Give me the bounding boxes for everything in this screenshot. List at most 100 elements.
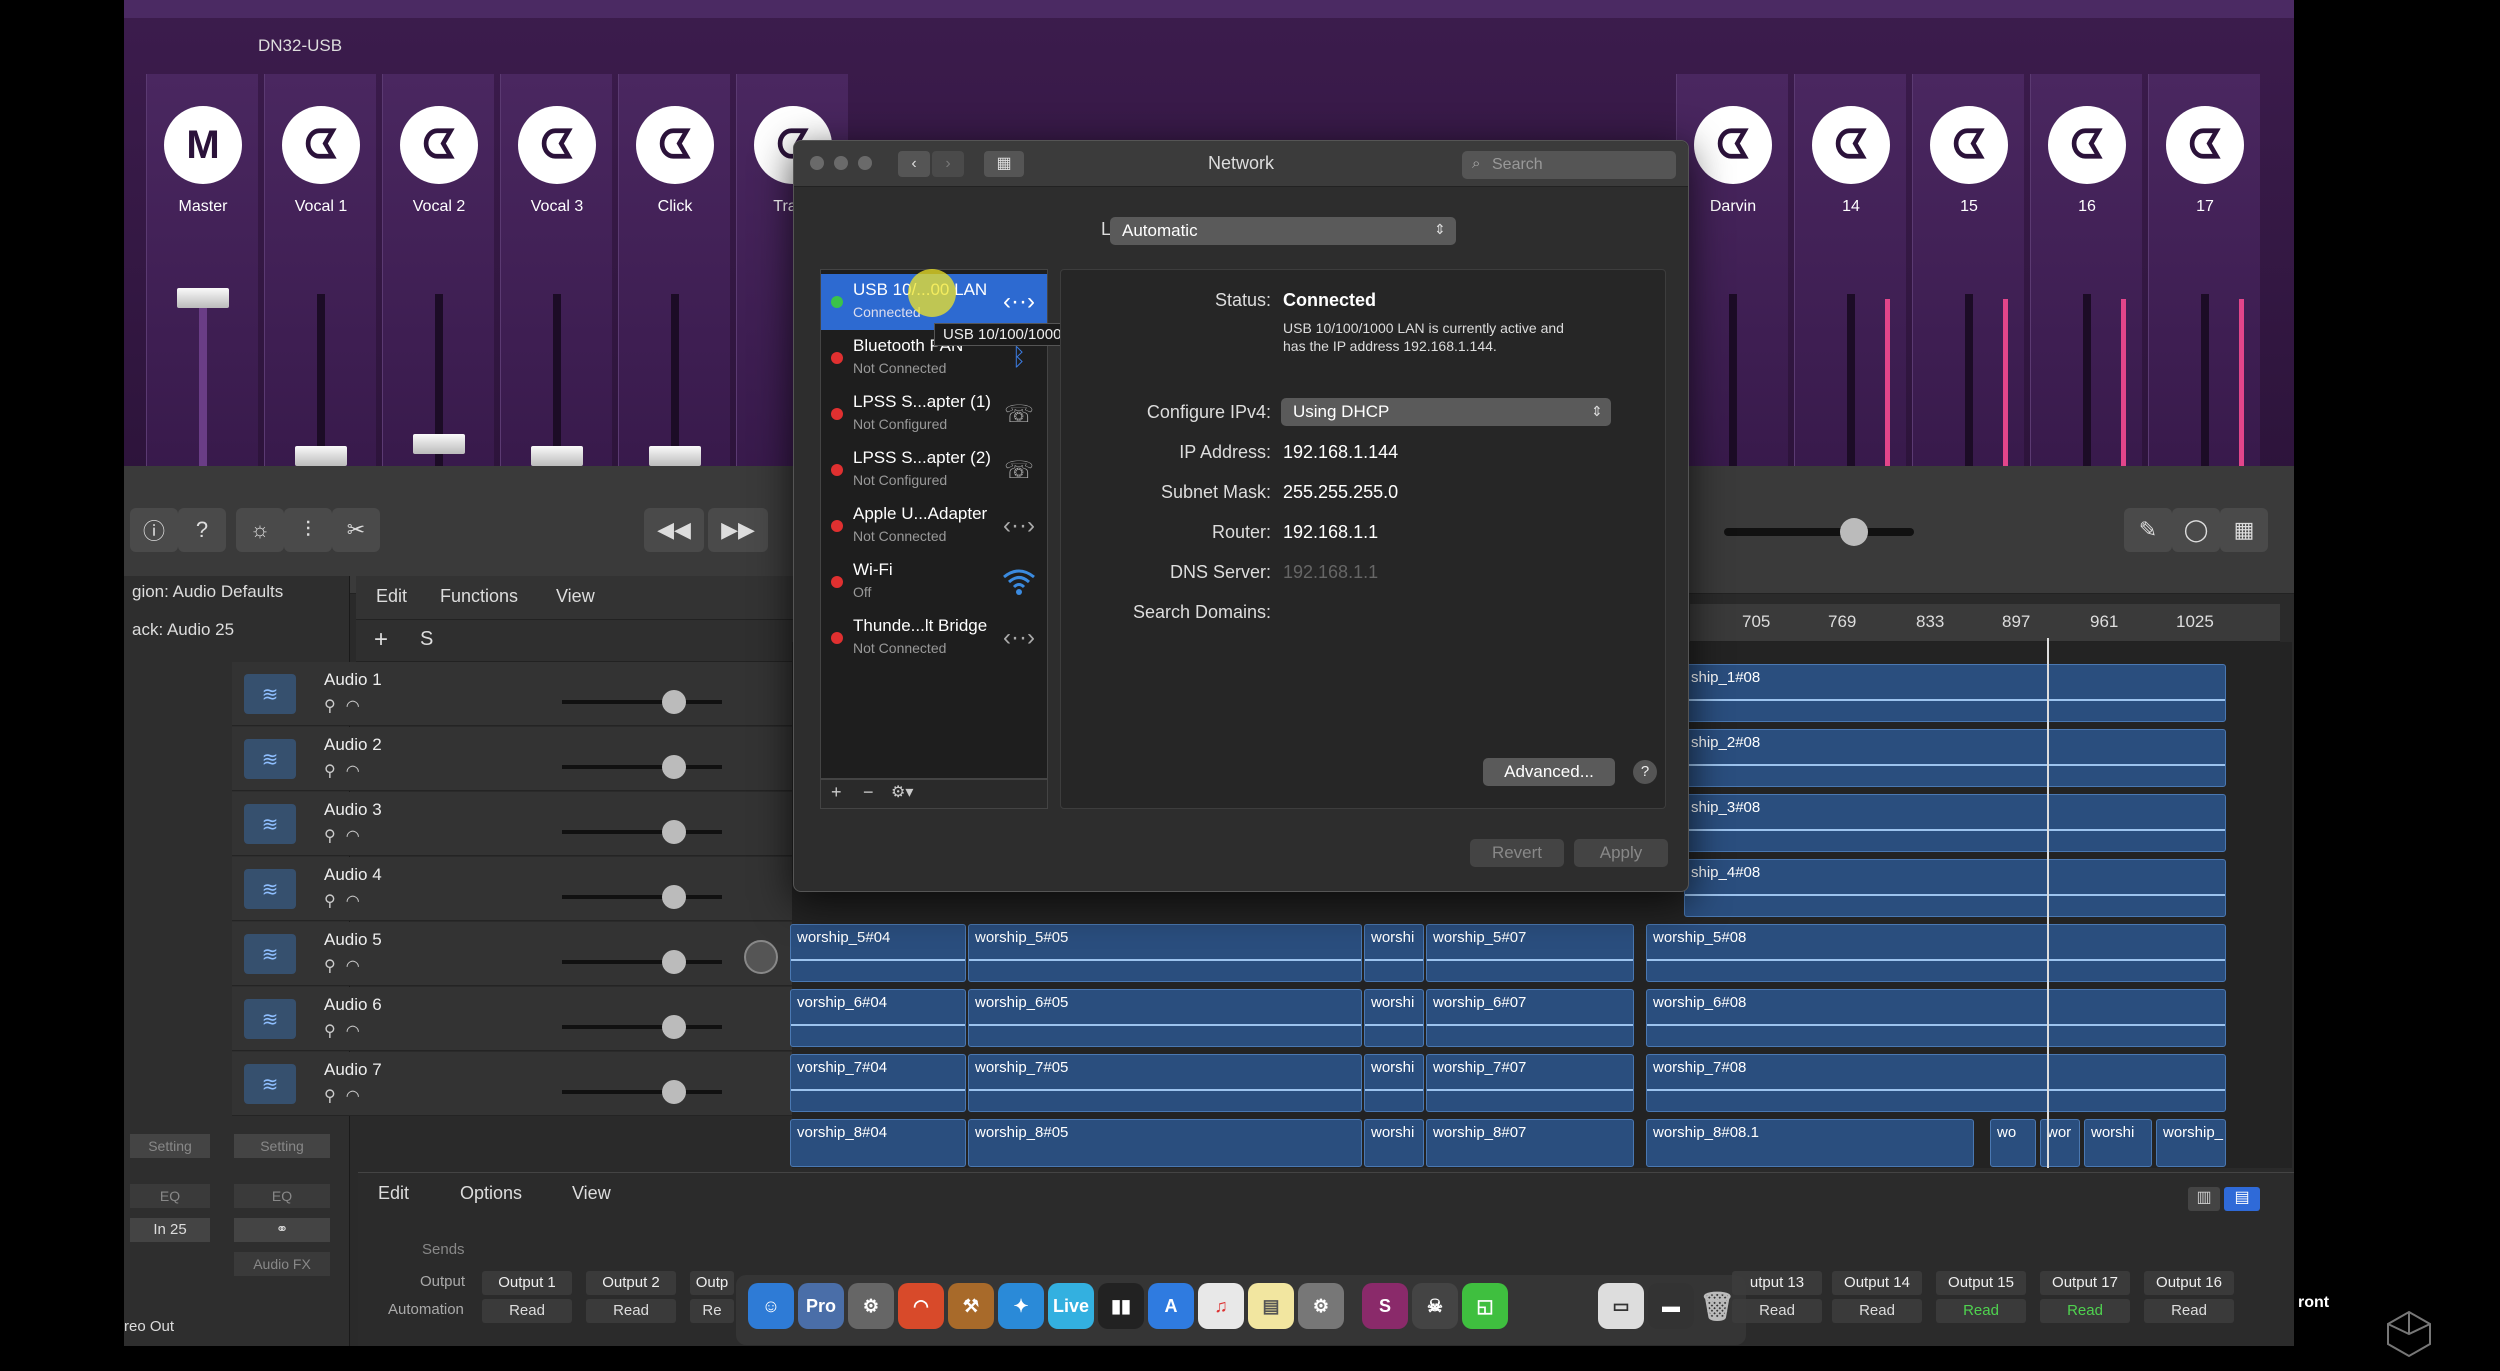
output-slot[interactable]: Output 17 [2040,1271,2130,1295]
audio-region[interactable]: ship_2#08 [1684,729,2226,787]
track-row[interactable]: ≋ Audio 5 ⚲◠ [232,922,792,986]
audio-region[interactable]: worship_6#07 [1426,989,1634,1047]
mute-headphone-icons[interactable]: ⚲◠ [324,1021,370,1041]
volume-slider[interactable] [562,960,722,964]
configure-ipv4-popup[interactable]: Using DHCP [1281,398,1611,426]
automation-mode[interactable]: Read [2040,1299,2130,1323]
finder-icon[interactable]: ☺ [748,1283,794,1329]
mute-headphone-icons[interactable]: ⚲◠ [324,761,370,781]
audio-region[interactable]: worship_8#08.1 [1646,1119,1974,1167]
channel-strip-vocal-2[interactable]: ᗧ Vocal 2 [382,74,494,470]
gain-knob[interactable]: ᗧ [2166,106,2244,184]
output-slot[interactable]: Output 1 [482,1271,572,1295]
eq-slot-right[interactable]: EQ [234,1184,330,1208]
channel-strip-master[interactable]: M Master [146,74,258,470]
volume-knob[interactable] [662,1015,686,1039]
output-slot[interactable]: Outp [690,1271,734,1295]
track-name[interactable]: Audio 4 [324,865,382,885]
fader-cap[interactable] [649,446,701,466]
trash-icon[interactable]: 🗑 [1694,1283,1740,1329]
track-row[interactable]: ≋ Audio 4 ⚲◠ [232,857,792,921]
document-icon[interactable]: ▭ [1598,1283,1644,1329]
audio-region[interactable]: ship_1#08 [1684,664,2226,722]
track-row[interactable]: ≋ Audio 3 ⚲◠ [232,792,792,856]
search-field[interactable]: Search [1462,151,1676,179]
volume-knob[interactable] [662,820,686,844]
volume-slider[interactable] [562,765,722,769]
audio-region[interactable]: worshi [1364,1119,1424,1167]
master-knob[interactable]: M [164,106,242,184]
channel-strip-17[interactable]: ᗧ 17 [2148,74,2260,470]
gain-knob[interactable]: ᗧ [1694,106,1772,184]
live-app-icon[interactable]: Live [1048,1283,1094,1329]
forward-button[interactable]: ▶▶ [708,508,768,552]
channel-strip-darvin[interactable]: ᗧ Darvin [1676,74,1788,470]
volume-knob[interactable] [662,885,686,909]
volume-knob[interactable] [662,1080,686,1104]
audio-region[interactable]: worshi [2084,1119,2152,1167]
service-item-lpss-2[interactable]: LPSS S...apter (2) Not Configured ☏ [821,442,1047,498]
green-app-icon[interactable]: ◱ [1462,1283,1508,1329]
revert-button[interactable]: Revert [1470,839,1564,867]
tracks-view-icon[interactable]: ▤ [2224,1187,2260,1211]
track-name[interactable]: Audio 2 [324,735,382,755]
volume-knob[interactable] [662,950,686,974]
notepad-icon[interactable]: ✎ [2124,508,2172,552]
functions-menu[interactable]: Functions [440,586,518,607]
channel-strip-14[interactable]: ᗧ 14 [1794,74,1906,470]
audio-region[interactable]: worship_5#07 [1426,924,1634,982]
gain-knob[interactable]: ᗧ [636,106,714,184]
channel-strip-vocal-1[interactable]: ᗧ Vocal 1 [264,74,376,470]
automation-mode[interactable]: Read [482,1299,572,1323]
app-store-icon[interactable]: A [1148,1283,1194,1329]
fader-cap[interactable] [413,434,465,454]
smart-controls-icon[interactable]: ☼ [236,508,284,552]
track-row[interactable]: ≋ Audio 7 ⚲◠ [232,1052,792,1116]
volume-slider[interactable] [562,830,722,834]
setting-button-left[interactable]: Setting [130,1134,210,1158]
view-menu[interactable]: View [556,586,595,607]
volume-knob[interactable] [662,755,686,779]
output-slot[interactable]: Output 16 [2144,1271,2234,1295]
channel-strip-click[interactable]: ᗧ Click [618,74,730,470]
service-item-thunderbolt-bridge[interactable]: Thunde...lt Bridge Not Connected ‹··› [821,610,1047,666]
info-icon[interactable]: ⓘ [130,508,178,552]
scissors-icon[interactable]: ✂ [332,508,380,552]
gain-knob[interactable]: ᗧ [282,106,360,184]
audio-region[interactable]: worship_6#08 [1646,989,2226,1047]
output-slot[interactable]: Output 2 [586,1271,676,1295]
master-volume-slider[interactable] [1724,528,1914,536]
service-item-wifi[interactable]: Wi-Fi Off [821,554,1047,610]
view-menu[interactable]: View [572,1183,611,1204]
track-row[interactable]: ≋ Audio 1 ⚲◠ [232,662,792,726]
solo-button[interactable]: S [420,628,433,651]
help-icon[interactable]: ? [178,508,226,552]
volume-slider[interactable] [562,895,722,899]
audio-region[interactable]: wo [1990,1119,2036,1167]
mute-headphone-icons[interactable]: ⚲◠ [324,1086,370,1106]
notes-icon[interactable]: ▤ [1248,1283,1294,1329]
fader-cap[interactable] [531,446,583,466]
audio-region[interactable]: vorship_7#04 [790,1054,966,1112]
gain-knob[interactable]: ᗧ [2048,106,2126,184]
edit-menu[interactable]: Edit [376,586,407,607]
audio-region[interactable]: vorship_6#04 [790,989,966,1047]
system-preferences-icon[interactable]: ⚙ [1298,1283,1344,1329]
automation-mode[interactable]: Read [2144,1299,2234,1323]
input-slot[interactable]: In 25 [130,1218,210,1242]
volume-knob[interactable] [662,690,686,714]
playhead[interactable] [2047,638,2049,1168]
display-app-icon[interactable]: ▬ [1648,1283,1694,1329]
audio-region[interactable]: worshi [1364,1054,1424,1112]
audio-region[interactable]: ship_4#08 [1684,859,2226,917]
eq-slot-left[interactable]: EQ [130,1184,210,1208]
audio-region[interactable]: worshi [1364,924,1424,982]
fader-cap[interactable] [177,288,229,308]
remove-service-button[interactable]: − [863,782,874,803]
audio-region[interactable]: worship_8#07 [1426,1119,1634,1167]
audio-region[interactable]: worship_5#04 [790,924,966,982]
add-service-button[interactable]: + [831,782,842,803]
setting-button-right[interactable]: Setting [234,1134,330,1158]
track-row[interactable]: ≋ Audio 2 ⚲◠ [232,727,792,791]
gain-knob[interactable]: ᗧ [400,106,478,184]
